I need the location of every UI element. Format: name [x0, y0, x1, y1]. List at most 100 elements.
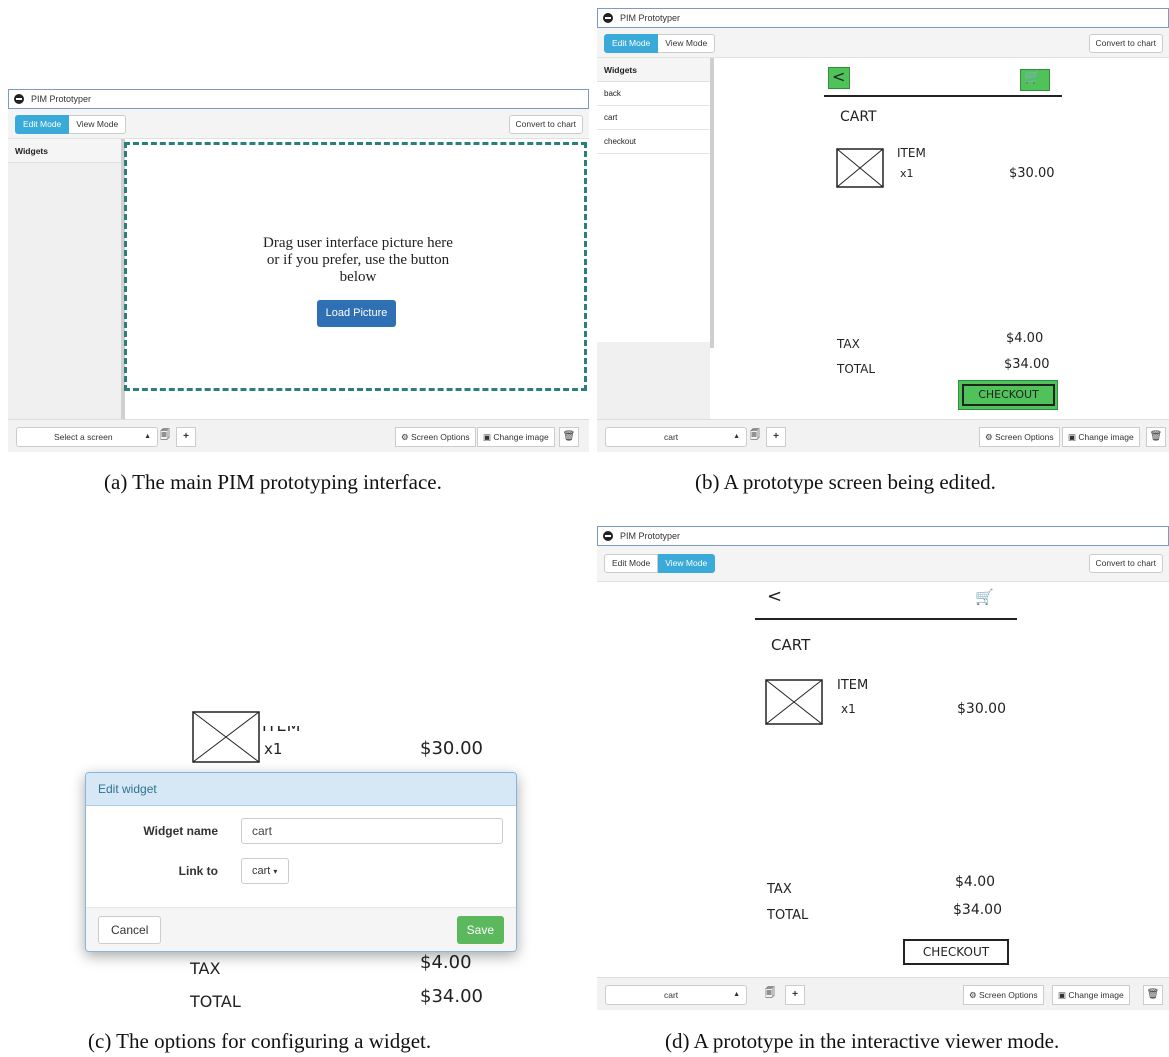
- item-image-placeholder: [192, 711, 260, 763]
- screen-select-label: cart: [664, 432, 679, 442]
- screen-bar: cart ▲ 🗐 + ⚙ Screen Options ▣ Change ima…: [597, 419, 1169, 452]
- change-image-button[interactable]: ▣ Change image: [477, 427, 555, 447]
- change-image-button[interactable]: ▣ Change image: [1062, 427, 1140, 447]
- screen-bar: Select a screen ▲ 🗐 + ⚙ Screen Options ▣…: [8, 419, 589, 452]
- add-screen-button[interactable]: +: [766, 427, 786, 447]
- sidebar-item-back[interactable]: back: [597, 82, 710, 106]
- duplicate-screen-icon[interactable]: 🗐: [745, 427, 765, 447]
- drop-line-1: Drag user interface picture here: [263, 235, 453, 251]
- item-price: $30.00: [1009, 166, 1055, 181]
- widgets-heading: Widgets: [8, 139, 121, 163]
- cart-icon[interactable]: 🛒: [975, 588, 994, 606]
- view-mode-button[interactable]: View Mode: [658, 34, 716, 53]
- sidebar-item-checkout[interactable]: checkout: [597, 130, 710, 154]
- minimize-icon[interactable]: [603, 13, 613, 23]
- window-title: PIM Prototyper: [620, 531, 681, 541]
- tax-value: $4.00: [1006, 331, 1044, 346]
- minimize-icon[interactable]: [14, 94, 24, 104]
- mode-toggle: Edit Mode View Mode: [604, 34, 716, 53]
- screen-options-button[interactable]: ⚙ Screen Options: [395, 427, 476, 447]
- change-image-label: Change image: [1068, 990, 1124, 1000]
- add-screen-button[interactable]: +: [785, 985, 805, 1005]
- item-qty: x1: [841, 702, 856, 716]
- header-line: [755, 618, 1017, 620]
- widget-name-row: Widget name cart: [86, 818, 516, 844]
- total-value: $34.00: [1004, 357, 1050, 372]
- sidebar-empty: [597, 154, 710, 342]
- item-price: $30.00: [957, 701, 1006, 717]
- convert-to-chart-button[interactable]: Convert to chart: [1088, 554, 1163, 573]
- delete-screen-button[interactable]: 🗑: [559, 427, 579, 447]
- delete-screen-button[interactable]: 🗑: [1143, 985, 1163, 1005]
- screen-select[interactable]: cart ▲: [605, 985, 747, 1005]
- caption-a: (a) The main PIM prototyping interface.: [104, 470, 442, 494]
- screen-select-label: cart: [664, 990, 679, 1000]
- widget-name-label: Widget name: [143, 824, 218, 838]
- screen-select[interactable]: Select a screen ▲: [16, 427, 158, 447]
- link-to-value: cart: [252, 865, 271, 877]
- screen-options-button[interactable]: ⚙ Screen Options: [963, 985, 1044, 1005]
- mode-toggle: Edit Mode View Mode: [604, 554, 716, 573]
- screen-select-label: Select a screen: [54, 432, 113, 442]
- caret-up-icon: ▲: [144, 433, 151, 440]
- convert-to-chart-button[interactable]: Convert to chart: [1088, 34, 1163, 53]
- back-arrow-icon[interactable]: <: [767, 586, 782, 607]
- total-label: TOTAL: [190, 992, 241, 1011]
- total-label: TOTAL: [837, 362, 876, 376]
- change-image-label: Change image: [493, 432, 549, 442]
- save-button[interactable]: Save: [456, 916, 504, 944]
- item-image-placeholder: [836, 148, 884, 188]
- image-icon: ▣: [483, 432, 492, 442]
- dialog-title: Edit widget: [86, 773, 516, 806]
- item-price: $30.00: [420, 738, 483, 759]
- window-title-bar: PIM Prototyper: [597, 526, 1169, 546]
- caption-b: (b) A prototype screen being edited.: [695, 470, 996, 494]
- tax-label: TAX: [767, 882, 792, 897]
- link-to-row: Link to cart ▾: [86, 858, 516, 884]
- sidebar-item-cart[interactable]: cart: [597, 106, 710, 130]
- item-label: ITEM: [262, 716, 301, 735]
- delete-screen-button[interactable]: 🗑: [1146, 427, 1166, 447]
- total-label: TOTAL: [767, 908, 809, 923]
- back-arrow-icon: <: [832, 67, 846, 86]
- caption-c: (c) The options for configuring a widget…: [88, 1029, 432, 1053]
- cancel-button[interactable]: Cancel: [98, 916, 162, 944]
- screen-options-label: Screen Options: [411, 432, 470, 442]
- screen-options-label: Screen Options: [995, 432, 1054, 442]
- link-to-label: Link to: [178, 864, 218, 878]
- widget-name-input[interactable]: cart: [241, 818, 503, 844]
- minimize-icon[interactable]: [603, 531, 613, 541]
- screen-options-button[interactable]: ⚙ Screen Options: [979, 427, 1060, 447]
- edit-mode-button[interactable]: Edit Mode: [604, 34, 659, 53]
- duplicate-screen-icon[interactable]: 🗐: [760, 985, 780, 1005]
- change-image-button[interactable]: ▣ Change image: [1052, 985, 1130, 1005]
- gear-icon: ⚙: [969, 990, 977, 1000]
- edit-mode-button[interactable]: Edit Mode: [15, 115, 70, 134]
- gear-icon: ⚙: [985, 432, 993, 442]
- duplicate-screen-icon[interactable]: 🗐: [155, 427, 175, 447]
- caret-down-icon: ▾: [273, 867, 278, 876]
- tax-label: TAX: [837, 337, 860, 351]
- drop-line-3: below: [339, 269, 377, 285]
- total-value: $34.00: [420, 986, 483, 1007]
- caret-up-icon: ▲: [733, 991, 740, 998]
- add-screen-button[interactable]: +: [176, 427, 196, 447]
- checkout-button[interactable]: CHECKOUT: [903, 939, 1009, 965]
- view-mode-button[interactable]: View Mode: [658, 554, 716, 573]
- convert-to-chart-button[interactable]: Convert to chart: [508, 115, 583, 134]
- edit-mode-button[interactable]: Edit Mode: [604, 554, 659, 573]
- widgets-heading: Widgets: [597, 58, 710, 82]
- link-to-dropdown[interactable]: cart ▾: [241, 858, 289, 884]
- view-mode-button[interactable]: View Mode: [69, 115, 127, 134]
- screen-select[interactable]: cart ▲: [605, 427, 747, 447]
- dialog-footer: Cancel Save: [86, 907, 516, 951]
- load-picture-button[interactable]: Load Picture: [317, 300, 396, 327]
- drop-instructions: Drag user interface picture here or if y…: [208, 235, 508, 286]
- total-value: $34.00: [953, 902, 1002, 918]
- mode-toolbar: Edit Mode View Mode Convert to chart: [597, 28, 1169, 58]
- sketch-canvas: < 🛒 CART ITEM x1 $30.00 TAX $4.00 TOTAL …: [714, 58, 1169, 419]
- window-title-bar: PIM Prototyper: [597, 8, 1169, 28]
- mode-toolbar: Edit Mode View Mode Convert to chart: [8, 109, 589, 139]
- cart-title: CART: [771, 636, 811, 654]
- item-qty: x1: [264, 740, 283, 758]
